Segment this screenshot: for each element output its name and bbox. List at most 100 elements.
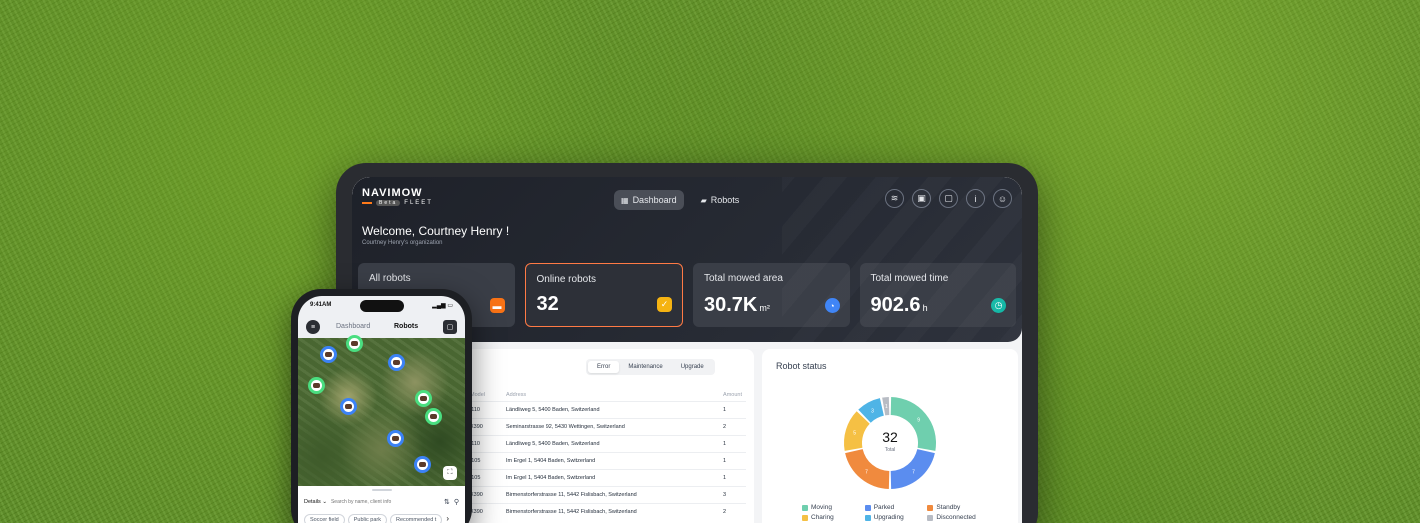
donut-segment-label: 1 xyxy=(885,404,888,410)
legend-label: Charing xyxy=(811,514,834,521)
phone-tab-robots[interactable]: Robots xyxy=(394,323,418,330)
donut-total-label: Total xyxy=(885,447,896,453)
sort-icon[interactable]: ⇅ xyxy=(444,498,450,506)
robot-map-pin[interactable] xyxy=(414,456,431,473)
phone-tab-dashboard[interactable]: Dashboard xyxy=(336,323,370,330)
robot-map-pin[interactable] xyxy=(388,354,405,371)
filter-chips: Soccer field Public park Recommended t › xyxy=(304,514,459,523)
header-address[interactable]: Address xyxy=(502,389,719,402)
organization-name: Courtney Henry's organization xyxy=(362,240,443,246)
legend-label: Parked xyxy=(873,504,895,511)
legend-upgrading[interactable]: Upgrading xyxy=(864,514,928,521)
legend-standby[interactable]: Standby xyxy=(927,504,990,511)
chip-recommended[interactable]: Recommended t xyxy=(389,514,443,523)
robot-map-pin[interactable] xyxy=(387,430,404,447)
logo-name: NAVIMOW xyxy=(362,187,423,199)
navimow-logo[interactable]: NAVIMOW Beta FLEET xyxy=(362,187,433,206)
table-row[interactable]: X390 Birmenstorferstrasse 11, 5442 Fislis… xyxy=(466,486,746,504)
cell-address: Birmenstorferstrasse 11, 5442 Fislisbach… xyxy=(501,503,720,520)
check-icon: ✓ xyxy=(657,297,672,312)
robot-map-pin[interactable] xyxy=(346,335,363,352)
legend-disconnected[interactable]: Disconnected xyxy=(927,514,990,521)
phone-time: 9:41AM xyxy=(310,302,332,308)
table-row[interactable]: X390 Seminarstrasse 92, 5430 Wettingen, S… xyxy=(466,418,746,436)
robot-map-pin[interactable] xyxy=(320,346,337,363)
phone-device: 9:41AM ▂▄▆ ▭ ≡ Dashboard Robots ▢ ⛶ Deta… xyxy=(291,289,472,523)
chip-soccer-field[interactable]: Soccer field xyxy=(304,514,345,523)
map-toggle-icon[interactable]: ▢ xyxy=(443,320,457,334)
details-dropdown[interactable]: Details ⌄ xyxy=(304,499,327,505)
cell-amount: 1 xyxy=(719,452,746,470)
robot-map-pin[interactable] xyxy=(425,408,442,425)
cell-amount: 1 xyxy=(719,401,746,419)
donut-segment-label: 7 xyxy=(912,470,915,476)
legend-label: Disconnected xyxy=(936,514,976,521)
robot-status-title: Robot status xyxy=(776,361,827,371)
robot-map-pin[interactable] xyxy=(308,377,325,394)
welcome-title: Welcome, Courtney Henry ! xyxy=(362,224,510,238)
layers-icon[interactable]: ≋ xyxy=(885,189,904,208)
search-input[interactable] xyxy=(330,499,440,505)
chevron-right-icon[interactable]: › xyxy=(446,514,449,523)
legend-label: Standby xyxy=(936,504,961,511)
legend-parked[interactable]: Parked xyxy=(864,504,928,511)
satellite-map[interactable]: ⛶ xyxy=(298,335,465,486)
table-row[interactable]: i105 Im Ergel 1, 5404 Baden, Switzerland 1 xyxy=(466,469,746,487)
filter-maintenance[interactable]: Maintenance xyxy=(619,361,671,373)
legend-swatch xyxy=(802,514,808,521)
logo-accent-bar xyxy=(362,202,372,204)
robot-icon: ▰ xyxy=(700,195,707,205)
filter-error[interactable]: Error xyxy=(588,361,620,373)
table-row[interactable]: i110 Ländliweg 5, 5400 Baden, Switzerland… xyxy=(466,401,746,419)
pie-icon: ◔ xyxy=(824,298,840,313)
timer-icon: ◷ xyxy=(991,298,1006,313)
header-amount[interactable]: Amount xyxy=(719,389,746,402)
cell-address: Ländliweg 5, 5400 Baden, Switzerland xyxy=(501,401,720,419)
sheet-handle[interactable] xyxy=(371,489,392,491)
main-nav: ▦ Dashboard ▰ Robots xyxy=(614,190,746,210)
calendar-icon[interactable]: ▣ xyxy=(912,189,931,208)
table-row[interactable]: i105 Im Ergel 1, 5404 Baden, Switzerland 1 xyxy=(466,452,746,470)
cell-amount: 3 xyxy=(719,486,746,504)
nav-dashboard[interactable]: ▦ Dashboard xyxy=(614,190,684,210)
grid-icon: ▦ xyxy=(621,195,629,205)
stat-online-robots[interactable]: Online robots 32 ✓ xyxy=(524,263,683,327)
robot-status-card: Robot status 9 7 7 5 3 1 32 Total Moving Park… xyxy=(762,349,1018,523)
cell-amount: 2 xyxy=(719,418,746,436)
alerts-table: Model Address Amount i110 Ländliweg 5, 54… xyxy=(466,389,746,520)
stat-total-mowed-time[interactable]: Total mowed time 902.6 h ◷ xyxy=(859,263,1016,327)
cell-amount: 1 xyxy=(719,469,746,487)
cell-address: Ländliweg 5, 5400 Baden, Switzerland xyxy=(501,435,720,453)
info-icon[interactable]: i xyxy=(966,189,985,208)
robot-status-donut[interactable]: 9 7 7 5 3 1 32 Total xyxy=(840,383,940,503)
legend-label: Moving xyxy=(811,504,832,511)
legend-charing[interactable]: Charing xyxy=(802,514,865,521)
user-icon[interactable]: ☺ xyxy=(993,189,1012,208)
stat-total-mowed-area[interactable]: Total mowed area 30.7K m² ◔ xyxy=(693,263,850,327)
fullscreen-icon[interactable]: ⛶ xyxy=(443,466,457,480)
nav-dashboard-label: Dashboard xyxy=(632,195,677,205)
beta-badge: Beta xyxy=(376,200,401,206)
alert-filters: Error Maintenance Upgrade xyxy=(586,359,715,375)
donut-total-value: 32 xyxy=(882,429,898,445)
chip-public-park[interactable]: Public park xyxy=(347,514,387,523)
stat-label: All robots xyxy=(369,273,411,284)
menu-icon[interactable]: ≡ xyxy=(306,320,320,334)
logo-sub: Beta FLEET xyxy=(362,200,433,206)
table-row[interactable]: i110 Ländliweg 5, 5400 Baden, Switzerland… xyxy=(466,435,746,453)
legend-moving[interactable]: Moving xyxy=(802,504,865,511)
stat-value: 30.7K m² xyxy=(704,294,770,316)
route-icon[interactable]: ⚲ xyxy=(454,498,459,506)
filter-upgrade[interactable]: Upgrade xyxy=(672,361,713,373)
robot-status-legend: Moving Parked Standby Charing Upgrading … xyxy=(802,504,992,521)
legend-swatch xyxy=(864,504,871,511)
stat-value: 32 xyxy=(536,293,559,315)
nav-robots[interactable]: ▰ Robots xyxy=(694,190,747,210)
cell-address: Im Ergel 1, 5404 Baden, Switzerland xyxy=(501,452,720,470)
message-icon[interactable]: ▢ xyxy=(939,189,958,208)
table-row[interactable]: X390 Birmenstorferstrasse 11, 5442 Fislis… xyxy=(466,503,746,520)
robot-map-pin[interactable] xyxy=(340,398,357,415)
robot-map-pin[interactable] xyxy=(415,390,432,407)
nav-robots-label: Robots xyxy=(710,195,740,205)
cell-address: Im Ergel 1, 5404 Baden, Switzerland xyxy=(501,469,720,487)
